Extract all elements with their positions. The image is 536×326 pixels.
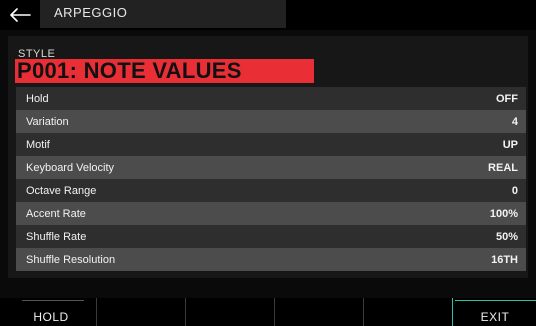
param-value: 100% <box>489 207 518 220</box>
param-value: 16TH <box>491 253 518 266</box>
softkey-5[interactable] <box>363 298 452 326</box>
param-value: 50% <box>495 230 518 243</box>
softkey-indicator <box>22 300 84 301</box>
softkey-indicator <box>455 300 536 301</box>
param-label: Accent Rate <box>26 207 86 220</box>
softkey-3[interactable] <box>185 298 274 326</box>
param-label: Shuffle Rate <box>26 230 87 243</box>
exit-label: EXIT <box>480 310 510 324</box>
param-value: OFF <box>496 92 518 105</box>
back-arrow-icon <box>10 8 31 22</box>
param-row-motif[interactable]: Motif UP <box>16 133 526 156</box>
param-row-shuffle-rate[interactable]: Shuffle Rate 50% <box>16 225 526 248</box>
style-selector[interactable]: P001: NOTE VALUES <box>15 58 314 83</box>
param-label: Motif <box>26 138 50 151</box>
softkey-2[interactable] <box>96 298 185 326</box>
hold-label: HOLD <box>33 310 69 324</box>
exit-button[interactable]: EXIT <box>452 298 536 326</box>
softkey-bar: HOLD EXIT <box>0 298 536 326</box>
param-row-keyboard-velocity[interactable]: Keyboard Velocity REAL <box>16 156 526 179</box>
title-tab: ARPEGGIO <box>40 0 286 28</box>
param-value: 4 <box>511 115 518 128</box>
parameter-list: Hold OFF Variation 4 Motif UP Keyboard V… <box>16 87 526 271</box>
style-value: P001: NOTE VALUES <box>17 58 242 83</box>
param-row-octave-range[interactable]: Octave Range 0 <box>16 179 526 202</box>
param-value: UP <box>502 138 518 151</box>
param-row-variation[interactable]: Variation 4 <box>16 110 526 133</box>
top-bar: ARPEGGIO <box>0 0 536 30</box>
param-value: 0 <box>511 184 518 197</box>
param-label: Octave Range <box>26 184 97 197</box>
param-label: Keyboard Velocity <box>26 161 115 174</box>
hold-button[interactable]: HOLD <box>8 298 94 326</box>
param-label: Hold <box>26 92 49 105</box>
back-button[interactable] <box>0 0 40 30</box>
page-title: ARPEGGIO <box>54 5 128 20</box>
softkey-4[interactable] <box>274 298 363 326</box>
param-row-accent-rate[interactable]: Accent Rate 100% <box>16 202 526 225</box>
param-label: Variation <box>26 115 69 128</box>
param-label: Shuffle Resolution <box>26 253 116 266</box>
param-value: REAL <box>488 161 518 174</box>
param-row-hold[interactable]: Hold OFF <box>16 87 526 110</box>
param-row-shuffle-resolution[interactable]: Shuffle Resolution 16TH <box>16 248 526 271</box>
